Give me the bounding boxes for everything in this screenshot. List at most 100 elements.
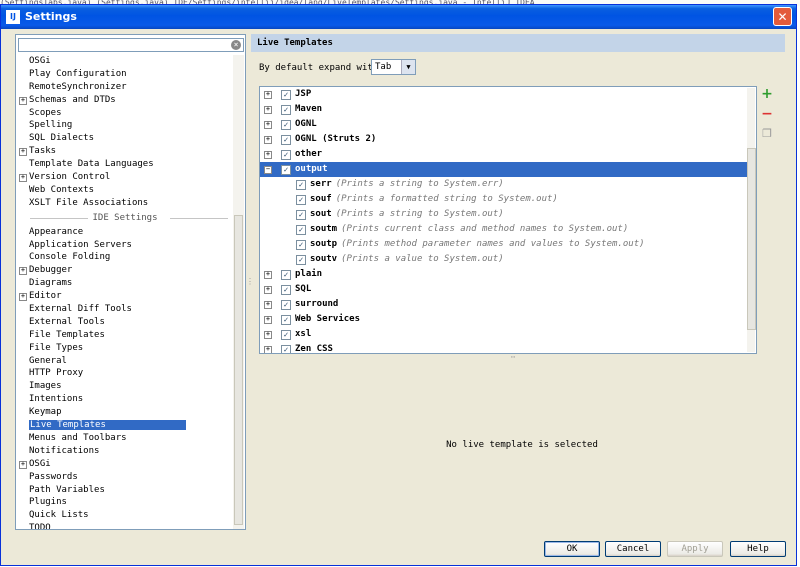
template-enabled-checkbox[interactable]: ✓ (296, 240, 306, 250)
template-group-row[interactable]: + ✓ other (260, 147, 756, 162)
expand-plus-icon[interactable]: + (264, 301, 272, 309)
expand-plus-icon[interactable]: + (19, 148, 27, 157)
expand-plus-icon[interactable]: + (19, 293, 27, 302)
template-item-row[interactable]: ✓ sout (Prints a string to System.out) (260, 207, 756, 222)
help-button[interactable]: Help (730, 541, 786, 557)
clear-search-icon[interactable]: × (231, 40, 241, 50)
sidebar-item[interactable]: Passwords (16, 471, 234, 484)
sidebar-item[interactable]: + Schemas and DTDs (16, 94, 234, 107)
group-enabled-checkbox[interactable]: ✓ (281, 105, 291, 115)
sidebar-item[interactable]: XSLT File Associations (16, 197, 234, 210)
templates-scrollbar[interactable] (747, 88, 756, 352)
title-bar[interactable]: IJ Settings ✕ (1, 5, 796, 29)
templates-scroll-thumb[interactable] (747, 148, 756, 330)
sidebar-item[interactable]: Console Folding (16, 251, 234, 264)
sidebar-item[interactable]: External Diff Tools (16, 303, 234, 316)
expand-plus-icon[interactable]: + (264, 91, 272, 99)
template-group-row[interactable]: + ✓ OGNL (Struts 2) (260, 132, 756, 147)
template-group-row[interactable]: + ✓ JSP (260, 87, 756, 102)
expand-plus-icon[interactable]: + (19, 267, 27, 276)
vertical-splitter-handle[interactable]: ⋮ (246, 278, 254, 294)
sidebar-item[interactable]: TODO (16, 522, 234, 529)
expand-plus-icon[interactable]: + (19, 460, 27, 469)
sidebar-item[interactable]: Intentions (16, 393, 234, 406)
sidebar-item[interactable]: + Version Control (16, 171, 234, 184)
expand-with-select[interactable]: Tab ▼ (371, 59, 416, 75)
expand-plus-icon[interactable]: + (264, 271, 272, 279)
group-enabled-checkbox[interactable]: ✓ (281, 285, 291, 295)
sidebar-item[interactable]: File Types (16, 342, 234, 355)
settings-search-box[interactable]: × (18, 38, 244, 52)
settings-tree-scroll-thumb[interactable] (234, 215, 243, 525)
template-item-row[interactable]: ✓ soutp (Prints method parameter names and… (260, 237, 756, 252)
template-enabled-checkbox[interactable]: ✓ (296, 210, 306, 220)
template-group-row[interactable]: + ✓ Maven (260, 102, 756, 117)
horizontal-splitter-handle[interactable]: ⋯ (511, 354, 523, 361)
sidebar-item[interactable]: External Tools (16, 316, 234, 329)
sidebar-item[interactable]: Quick Lists (16, 509, 234, 522)
expand-plus-icon[interactable]: + (264, 346, 272, 353)
dropdown-arrow-icon[interactable]: ▼ (401, 60, 415, 74)
close-button[interactable]: ✕ (773, 7, 792, 26)
settings-tree-scrollbar[interactable] (233, 55, 244, 529)
sidebar-item[interactable]: Notifications (16, 445, 234, 458)
sidebar-item[interactable]: Diagrams (16, 277, 234, 290)
template-item-row[interactable]: ✓ serr (Prints a string to System.err) (260, 177, 756, 192)
expand-plus-icon[interactable]: + (264, 151, 272, 159)
template-item-row[interactable]: ✓ soutm (Prints current class and method n… (260, 222, 756, 237)
settings-search-input[interactable] (19, 39, 225, 51)
add-template-icon[interactable]: + (759, 86, 775, 102)
group-enabled-checkbox[interactable]: ✓ (281, 270, 291, 280)
template-group-row[interactable]: − ✓ output (260, 162, 756, 177)
cancel-button[interactable]: Cancel (605, 541, 661, 557)
template-enabled-checkbox[interactable]: ✓ (296, 195, 306, 205)
group-enabled-checkbox[interactable]: ✓ (281, 165, 291, 175)
template-item-row[interactable]: ✓ soutv (Prints a value to System.out) (260, 252, 756, 267)
sidebar-item[interactable]: + Editor (16, 290, 234, 303)
copy-template-icon[interactable]: ❐ (759, 126, 775, 142)
expand-plus-icon[interactable]: + (264, 121, 272, 129)
template-group-row[interactable]: + ✓ plain (260, 267, 756, 282)
group-enabled-checkbox[interactable]: ✓ (281, 345, 291, 353)
sidebar-item[interactable]: Images (16, 380, 234, 393)
remove-template-icon[interactable]: − (759, 106, 775, 122)
collapse-minus-icon[interactable]: − (264, 166, 272, 174)
sidebar-item[interactable]: Plugins (16, 496, 234, 509)
sidebar-item[interactable]: Menus and Toolbars (16, 432, 234, 445)
expand-plus-icon[interactable]: + (19, 96, 27, 105)
group-enabled-checkbox[interactable]: ✓ (281, 90, 291, 100)
sidebar-item[interactable]: Play Configuration (16, 68, 234, 81)
group-enabled-checkbox[interactable]: ✓ (281, 150, 291, 160)
group-enabled-checkbox[interactable]: ✓ (281, 315, 291, 325)
sidebar-item[interactable]: OSGi (16, 55, 234, 68)
sidebar-item[interactable]: Keymap (16, 406, 234, 419)
expand-plus-icon[interactable]: + (264, 136, 272, 144)
sidebar-item[interactable]: + Debugger (16, 264, 234, 277)
sidebar-item[interactable]: Live Templates (16, 419, 234, 432)
sidebar-item[interactable]: Application Servers (16, 239, 234, 252)
sidebar-item[interactable]: Template Data Languages (16, 158, 234, 171)
sidebar-item[interactable]: Path Variables (16, 484, 234, 497)
sidebar-item[interactable]: HTTP Proxy (16, 367, 234, 380)
sidebar-item[interactable]: File Templates (16, 329, 234, 342)
expand-plus-icon[interactable]: + (264, 331, 272, 339)
sidebar-item[interactable]: + OSGi (16, 458, 234, 471)
expand-plus-icon[interactable]: + (264, 316, 272, 324)
expand-plus-icon[interactable]: + (19, 174, 27, 183)
template-group-row[interactable]: + ✓ Zen CSS (260, 342, 756, 353)
sidebar-item[interactable]: + Tasks (16, 145, 234, 158)
sidebar-item[interactable]: Spelling (16, 119, 234, 132)
template-item-row[interactable]: ✓ souf (Prints a formatted string to Syste… (260, 192, 756, 207)
template-group-row[interactable]: + ✓ xsl (260, 327, 756, 342)
expand-plus-icon[interactable]: + (264, 286, 272, 294)
group-enabled-checkbox[interactable]: ✓ (281, 330, 291, 340)
apply-button[interactable]: Apply (667, 541, 723, 557)
template-group-row[interactable]: + ✓ surround (260, 297, 756, 312)
sidebar-item[interactable]: Web Contexts (16, 184, 234, 197)
template-enabled-checkbox[interactable]: ✓ (296, 180, 306, 190)
sidebar-item[interactable]: RemoteSynchronizer (16, 81, 234, 94)
template-enabled-checkbox[interactable]: ✓ (296, 225, 306, 235)
sidebar-item[interactable]: Appearance (16, 226, 234, 239)
sidebar-item[interactable]: Scopes (16, 107, 234, 120)
template-group-row[interactable]: + ✓ SQL (260, 282, 756, 297)
